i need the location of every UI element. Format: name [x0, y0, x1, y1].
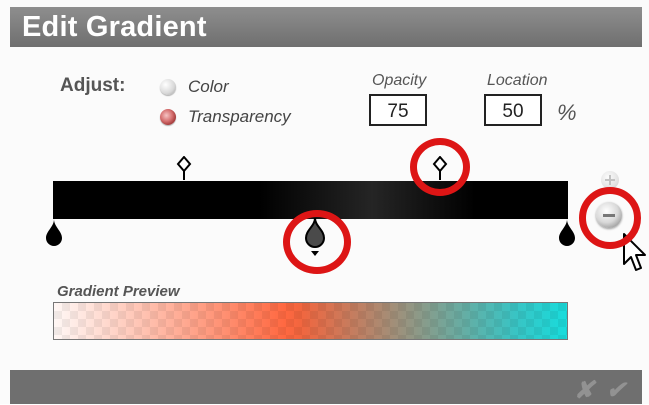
- location-unit: %: [557, 100, 577, 125]
- gradient-preview: [53, 302, 568, 340]
- radio-transparency[interactable]: Transparency: [160, 107, 291, 127]
- highlight-ring-color-stop: [283, 210, 351, 274]
- opacity-label: Opacity: [372, 72, 427, 89]
- preview-label: Gradient Preview: [57, 283, 180, 300]
- highlight-ring-remove-button: [579, 187, 641, 249]
- radio-selected-icon: [160, 109, 176, 125]
- edit-gradient-dialog: Edit Gradient Adjust: Color Transparency…: [0, 0, 649, 404]
- color-stop-right[interactable]: [558, 219, 576, 247]
- dialog-title: Edit Gradient: [22, 11, 207, 43]
- title-bar: Edit Gradient: [10, 7, 642, 47]
- checkmark-icon[interactable]: ✔: [606, 376, 626, 405]
- location-label: Location: [487, 72, 548, 89]
- adjust-label: Adjust:: [60, 75, 126, 96]
- cancel-icon[interactable]: ✘: [574, 376, 594, 405]
- radio-unselected-icon: [160, 79, 176, 95]
- color-stop-left[interactable]: [45, 219, 63, 247]
- opacity-field[interactable]: 75: [369, 94, 427, 126]
- radio-color[interactable]: Color: [160, 77, 229, 97]
- footer-bar: ✘ ✔: [10, 370, 642, 404]
- location-field[interactable]: 50: [484, 94, 542, 126]
- opacity-stop-left[interactable]: [176, 156, 192, 180]
- radio-transparency-label: Transparency: [188, 107, 291, 126]
- radio-color-label: Color: [188, 77, 229, 96]
- highlight-ring-opacity-stop: [410, 138, 470, 196]
